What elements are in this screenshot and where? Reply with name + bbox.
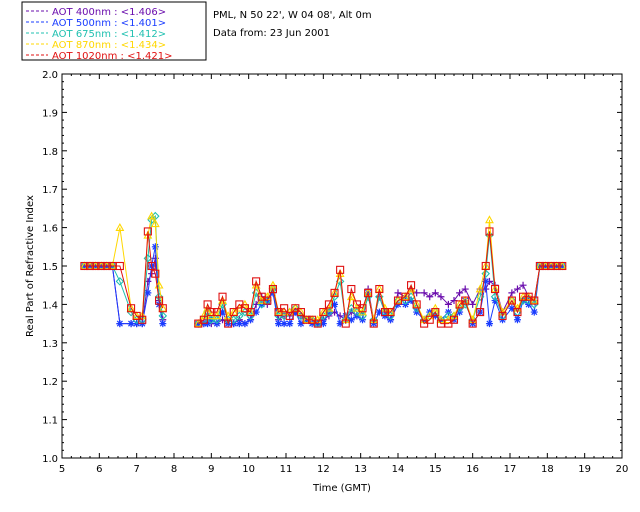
x-tick-label: 7 <box>133 464 139 475</box>
data-point <box>241 320 249 328</box>
x-tick-label: 18 <box>541 464 554 475</box>
header-date: Data from: 23 Jun 2001 <box>213 28 330 39</box>
x-tick-label: 14 <box>392 464 405 475</box>
chart-background <box>0 0 640 512</box>
x-tick-label: 19 <box>578 464 591 475</box>
data-point <box>116 320 124 328</box>
x-tick-label: 12 <box>317 464 330 475</box>
data-point <box>513 316 521 324</box>
legend-label: AOT 400nm : <1.406> <box>52 7 166 18</box>
header-location: PML, N 50 22', W 04 08', Alt 0m <box>213 10 372 21</box>
x-axis-title: Time (GMT) <box>312 483 371 494</box>
x-tick-label: 15 <box>429 464 442 475</box>
y-tick-label: 1.0 <box>42 454 58 465</box>
y-tick-label: 1.9 <box>42 108 58 119</box>
data-point <box>485 320 493 328</box>
data-point <box>151 243 159 251</box>
x-tick-label: 8 <box>171 464 177 475</box>
x-tick-label: 16 <box>466 464 479 475</box>
data-point <box>159 320 167 328</box>
refractive-index-chart: AOT 400nm : <1.406>AOT 500nm : <1.401>AO… <box>0 0 640 512</box>
y-tick-label: 1.4 <box>42 300 58 311</box>
y-tick-label: 1.5 <box>42 262 58 273</box>
legend-label: AOT 500nm : <1.401> <box>52 18 166 29</box>
y-tick-label: 1.8 <box>42 147 58 158</box>
data-point <box>286 320 294 328</box>
y-tick-label: 2.0 <box>42 70 58 81</box>
y-tick-label: 1.1 <box>42 416 58 427</box>
y-axis-title: Real Part of Refractive Index <box>25 195 36 337</box>
legend-label: AOT 870nm : <1.434> <box>52 40 166 51</box>
x-tick-label: 13 <box>354 464 367 475</box>
legend-label: AOT 675nm : <1.412> <box>52 29 166 40</box>
data-point <box>530 308 538 316</box>
x-tick-label: 6 <box>96 464 102 475</box>
y-tick-label: 1.3 <box>42 339 58 350</box>
x-tick-label: 11 <box>280 464 293 475</box>
y-tick-label: 1.6 <box>42 224 58 235</box>
y-tick-label: 1.2 <box>42 377 58 388</box>
x-tick-label: 20 <box>616 464 629 475</box>
y-tick-label: 1.7 <box>42 185 58 196</box>
legend-label: AOT 1020nm : <1.421> <box>52 51 172 62</box>
x-tick-label: 5 <box>59 464 65 475</box>
x-tick-label: 17 <box>504 464 517 475</box>
x-tick-label: 9 <box>208 464 214 475</box>
x-tick-label: 10 <box>242 464 255 475</box>
